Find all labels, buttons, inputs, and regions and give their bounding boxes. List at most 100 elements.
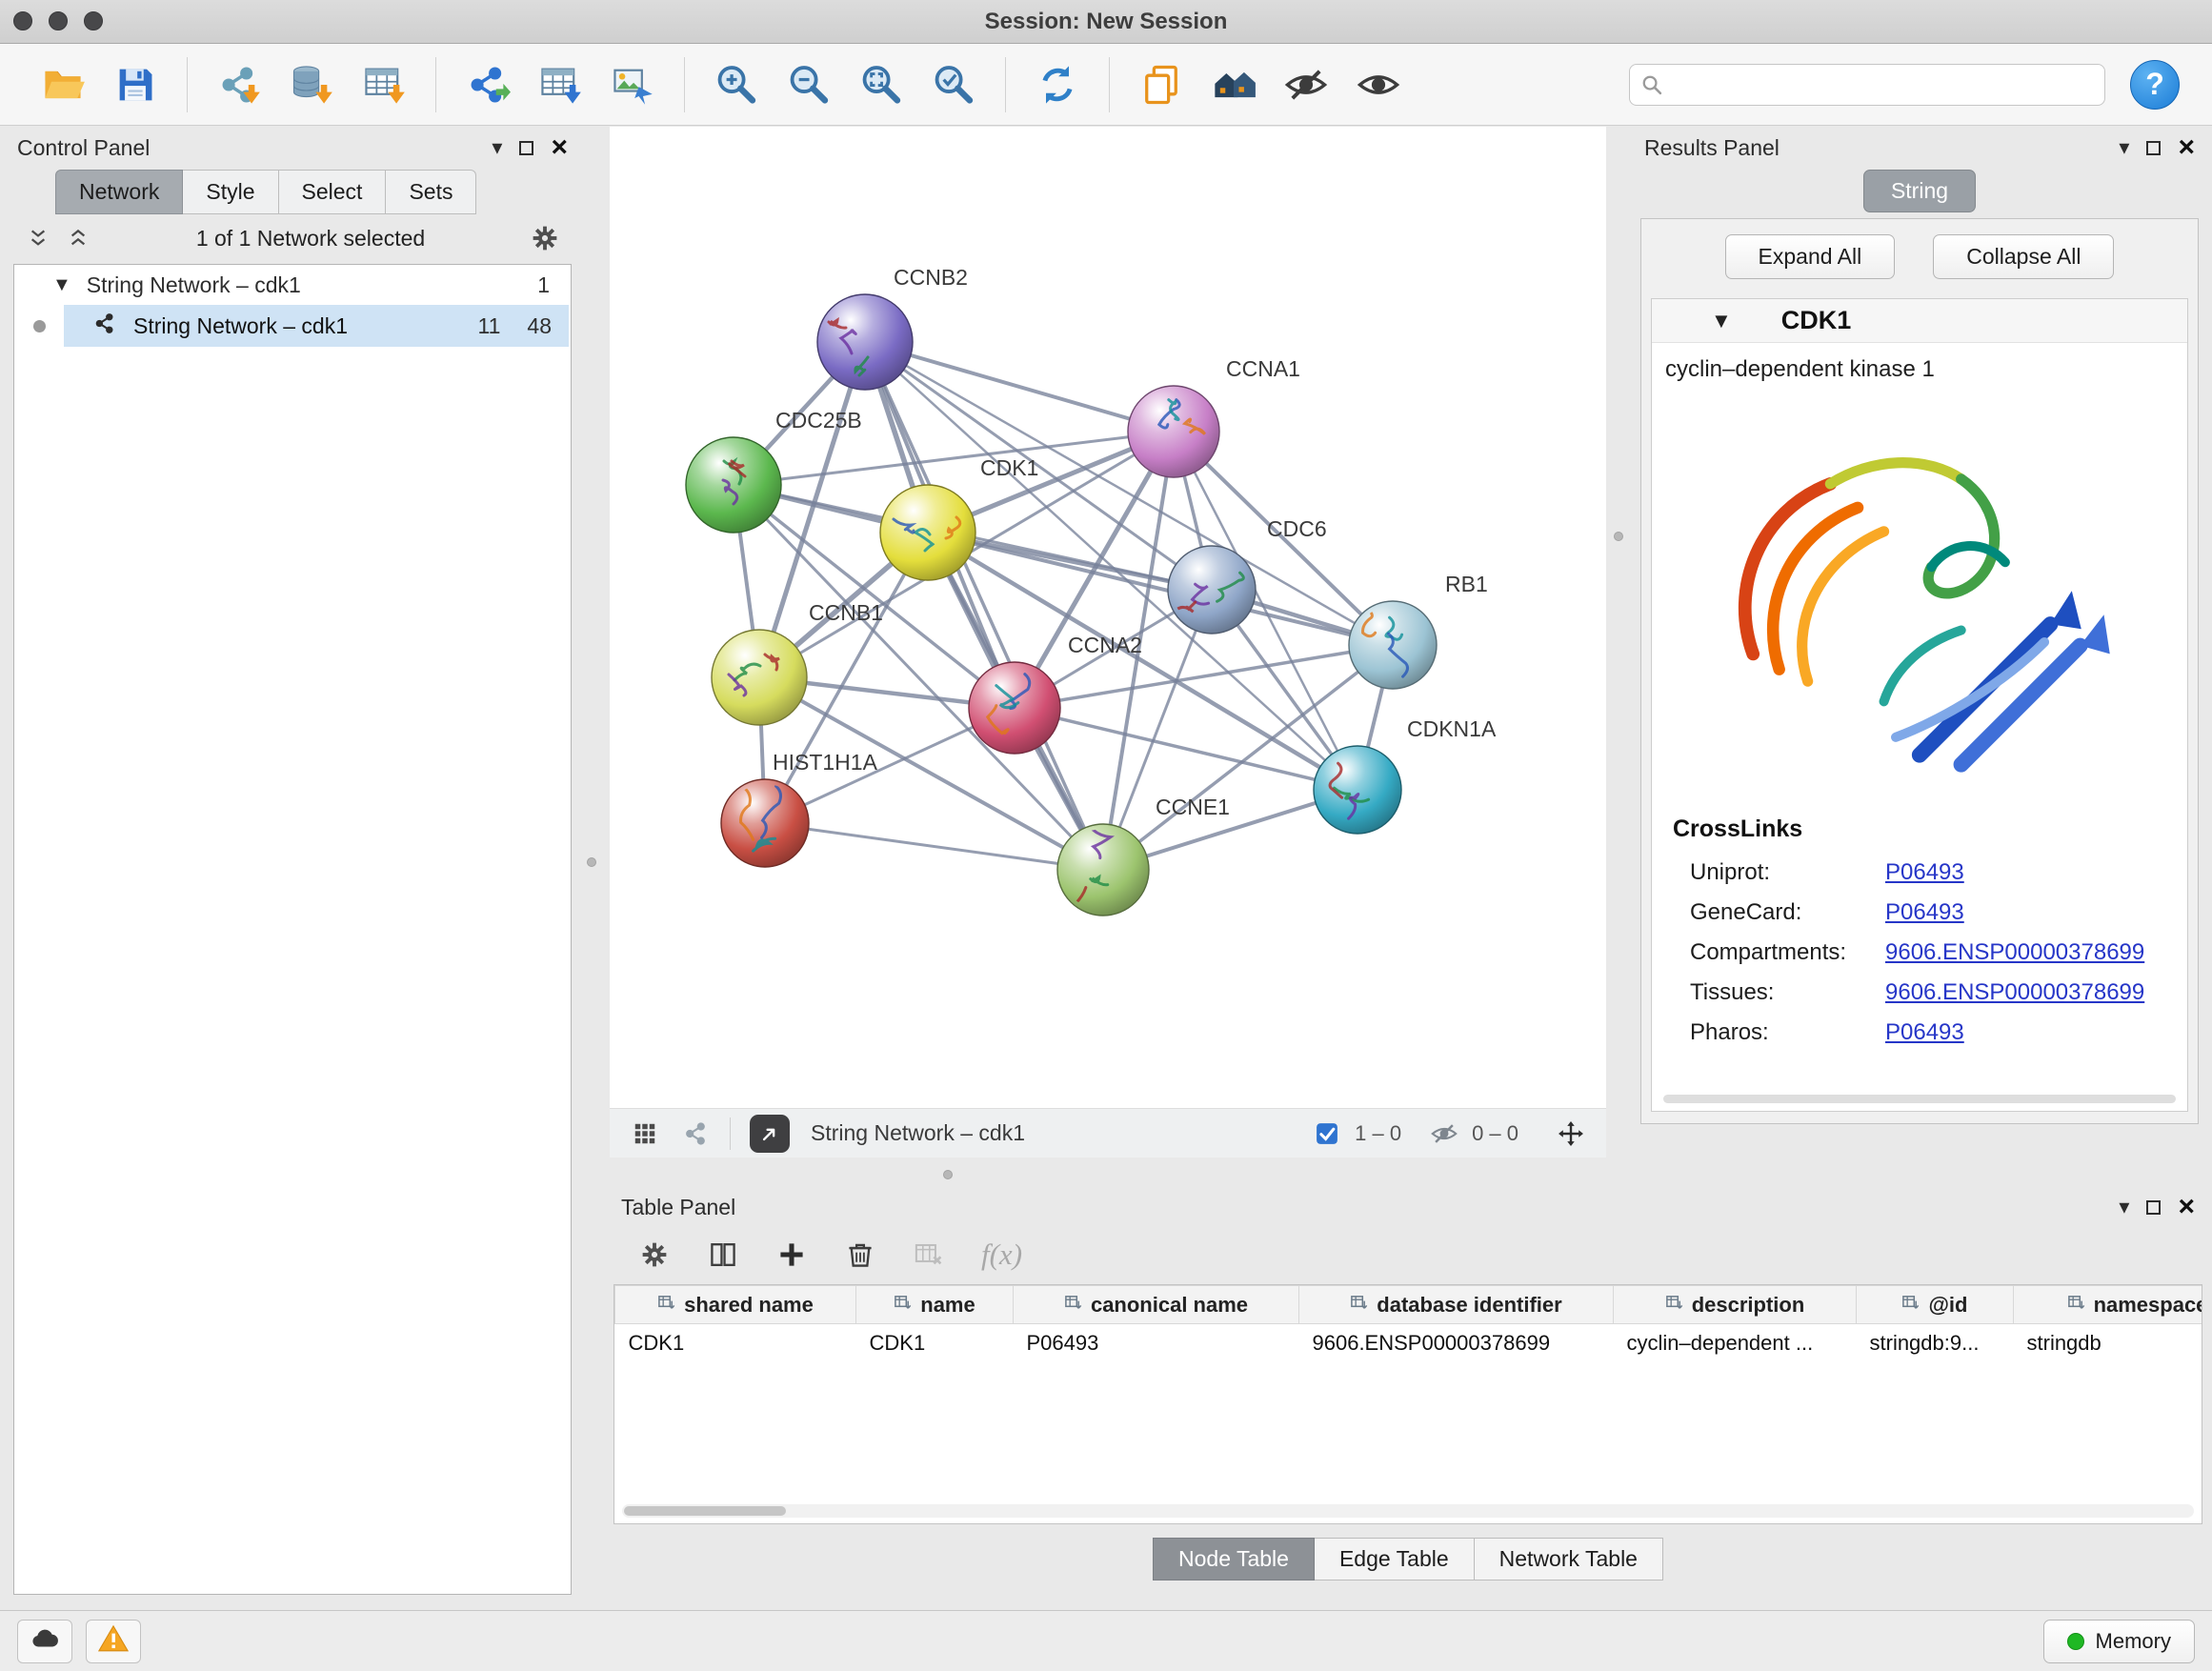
left-splitter-handle[interactable] xyxy=(587,857,596,867)
memory-button[interactable]: Memory xyxy=(2043,1620,2195,1663)
scrollbar-thumb[interactable] xyxy=(624,1506,786,1516)
network-row[interactable]: String Network – cdk1 11 48 xyxy=(14,305,571,347)
main-toolbar: ? xyxy=(0,44,2212,126)
home-button[interactable] xyxy=(1203,53,1264,116)
network-node[interactable] xyxy=(1128,386,1219,477)
network-node[interactable] xyxy=(686,437,781,533)
open-in-window-button[interactable] xyxy=(750,1115,790,1153)
new-table-button[interactable] xyxy=(530,53,591,116)
column-header[interactable]: description xyxy=(1614,1286,1857,1324)
network-row-selected[interactable]: String Network – cdk1 11 48 xyxy=(64,305,569,347)
network-node[interactable] xyxy=(817,294,913,390)
uniprot-link[interactable]: P06493 xyxy=(1885,859,1974,886)
delete-column-icon[interactable] xyxy=(844,1238,876,1271)
network-image-button[interactable] xyxy=(602,53,663,116)
table-cell[interactable]: stringdb xyxy=(2014,1324,2203,1362)
zoom-selected-button[interactable] xyxy=(923,53,984,116)
table-cell[interactable]: 9606.ENSP00000378699 xyxy=(1299,1324,1614,1362)
fit-content-move-icon[interactable] xyxy=(1557,1119,1585,1148)
close-panel-icon[interactable]: × xyxy=(2178,1198,2195,1217)
network-collection-row[interactable]: ▼ String Network – cdk1 1 xyxy=(14,265,571,305)
close-panel-icon[interactable]: × xyxy=(2178,138,2195,157)
tab-network[interactable]: Network xyxy=(55,170,183,214)
import-table-file-button[interactable] xyxy=(353,53,414,116)
new-network-button[interactable] xyxy=(457,53,518,116)
tab-style[interactable]: Style xyxy=(183,170,278,214)
table-cell[interactable]: cyclin–dependent ... xyxy=(1614,1324,1857,1362)
expand-all-button[interactable]: Expand All xyxy=(1725,234,1896,279)
network-node[interactable] xyxy=(1057,824,1149,916)
tab-sets[interactable]: Sets xyxy=(386,170,476,214)
selected-items-checkbox-icon[interactable] xyxy=(1313,1119,1341,1148)
show-all-button[interactable] xyxy=(1348,53,1409,116)
compartments-link[interactable]: 9606.ENSP00000378699 xyxy=(1885,939,2154,966)
bottom-splitter-handle[interactable] xyxy=(943,1170,953,1179)
panel-menu-icon[interactable]: ▾ xyxy=(492,135,502,160)
column-header[interactable]: shared name xyxy=(615,1286,856,1324)
table-cell[interactable]: P06493 xyxy=(1014,1324,1299,1362)
open-session-button[interactable] xyxy=(32,53,93,116)
warnings-button[interactable] xyxy=(86,1620,141,1663)
hide-selected-button[interactable] xyxy=(1276,53,1337,116)
float-panel-icon[interactable] xyxy=(2146,1200,2161,1215)
help-button[interactable]: ? xyxy=(2130,60,2180,110)
panel-menu-icon[interactable]: ▾ xyxy=(2119,135,2129,160)
collection-expand-icon[interactable]: ▼ xyxy=(52,274,71,296)
cloud-button[interactable] xyxy=(17,1620,72,1663)
table-cell[interactable]: CDK1 xyxy=(615,1324,856,1362)
tab-node-table[interactable]: Node Table xyxy=(1153,1538,1315,1580)
collapse-all-networks-icon[interactable] xyxy=(21,221,55,255)
table-cell[interactable]: CDK1 xyxy=(856,1324,1014,1362)
hidden-items-eye-icon[interactable] xyxy=(1430,1119,1458,1148)
float-panel-icon[interactable] xyxy=(2146,141,2161,155)
network-edge[interactable] xyxy=(928,533,1393,645)
table-settings-gear-icon[interactable] xyxy=(638,1238,671,1271)
tab-string[interactable]: String xyxy=(1863,170,1976,212)
network-overview-icon[interactable] xyxy=(682,1119,711,1148)
network-edge[interactable] xyxy=(865,342,1103,870)
import-network-file-button[interactable] xyxy=(209,53,270,116)
float-panel-icon[interactable] xyxy=(519,141,533,155)
gene-entry-header[interactable]: ▼ CDK1 xyxy=(1652,299,2187,343)
show-columns-icon[interactable] xyxy=(707,1238,739,1271)
tissues-link[interactable]: 9606.ENSP00000378699 xyxy=(1885,979,2154,1006)
network-node[interactable] xyxy=(1314,746,1401,834)
function-builder-icon[interactable]: f(x) xyxy=(981,1238,1022,1272)
zoom-in-button[interactable] xyxy=(706,53,767,116)
network-options-gear-icon[interactable] xyxy=(526,219,564,257)
zoom-out-button[interactable] xyxy=(778,53,839,116)
results-scrollbar[interactable] xyxy=(1663,1095,2176,1103)
zoom-fit-button[interactable] xyxy=(851,53,912,116)
column-header[interactable]: namespace xyxy=(2014,1286,2203,1324)
import-network-database-button[interactable] xyxy=(281,53,342,116)
tab-network-table[interactable]: Network Table xyxy=(1475,1538,1663,1580)
table-cell[interactable]: stringdb:9... xyxy=(1857,1324,2014,1362)
network-node[interactable] xyxy=(712,630,807,725)
copy-button[interactable] xyxy=(1131,53,1192,116)
column-header[interactable]: @id xyxy=(1857,1286,2014,1324)
right-splitter-handle[interactable] xyxy=(1614,532,1623,541)
pharos-link[interactable]: P06493 xyxy=(1885,1019,1974,1046)
column-header[interactable]: name xyxy=(856,1286,1014,1324)
tab-edge-table[interactable]: Edge Table xyxy=(1315,1538,1475,1580)
network-graph[interactable]: CCNB2CCNA1CDC25BCDK1CDC6RB1CCNB1CCNA2CDK… xyxy=(610,127,1606,1108)
table-row[interactable]: CDK1 CDK1 P06493 9606.ENSP00000378699 cy… xyxy=(615,1324,2203,1362)
entry-collapse-icon[interactable]: ▼ xyxy=(1711,309,1732,333)
genecard-link[interactable]: P06493 xyxy=(1885,899,1974,926)
network-node[interactable] xyxy=(1168,546,1256,634)
close-panel-icon[interactable]: × xyxy=(551,138,568,157)
crosslink-label: Compartments: xyxy=(1690,939,1885,966)
panel-menu-icon[interactable]: ▾ xyxy=(2119,1195,2129,1219)
expand-all-networks-icon[interactable] xyxy=(61,221,95,255)
tab-select[interactable]: Select xyxy=(279,170,387,214)
network-canvas[interactable]: CCNB2CCNA1CDC25BCDK1CDC6RB1CCNB1CCNA2CDK… xyxy=(610,127,1606,1108)
grid-view-icon[interactable] xyxy=(631,1119,659,1148)
collapse-all-button[interactable]: Collapse All xyxy=(1933,234,2114,279)
column-header[interactable]: canonical name xyxy=(1014,1286,1299,1324)
save-session-button[interactable] xyxy=(105,53,166,116)
column-header[interactable]: database identifier xyxy=(1299,1286,1614,1324)
network-edge[interactable] xyxy=(765,823,1103,870)
add-column-icon[interactable] xyxy=(775,1238,808,1271)
search-input[interactable] xyxy=(1629,64,2105,106)
refresh-button[interactable] xyxy=(1027,53,1088,116)
